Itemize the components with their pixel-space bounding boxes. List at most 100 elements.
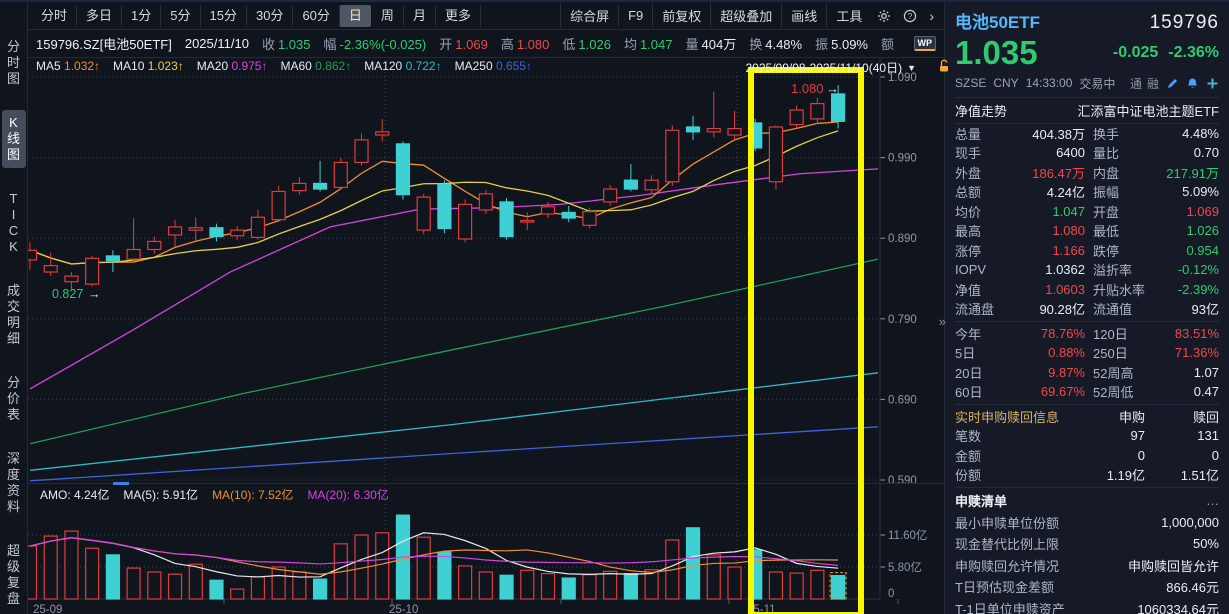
kline-app-window: 分 时 图 K 线 图 T I C K 成 交 明 细分 价 表深 度 资 料超 级 … [0, 0, 1229, 614]
sidebar-item-分价表[interactable]: 分 价 表 [2, 370, 26, 428]
stat-label: 振幅 [1085, 182, 1151, 201]
ma-value: 0.655↑ [496, 59, 532, 73]
list-header: 申赎清单 … [955, 490, 1219, 512]
sidebar-item-K线图[interactable]: K 线 图 [2, 110, 26, 168]
trade-date: 2025/11/10 [185, 36, 249, 51]
tool-综合屏[interactable]: 综合屏 [560, 3, 618, 28]
period-tab-分时[interactable]: 分时 [32, 5, 77, 27]
ma-value: 0.862↑ [315, 59, 351, 73]
field-高: 高1.080 [501, 34, 550, 53]
tool-画线[interactable]: 画线 [781, 3, 826, 28]
sidebar-item-超级复盘[interactable]: 超 级 复 盘 [2, 538, 26, 612]
stat-label: 量比 [1085, 143, 1151, 162]
nav-trend-link[interactable]: 净值走势 [955, 101, 1007, 120]
field-低: 低1.026 [562, 34, 611, 53]
stat-label: 最高 [955, 221, 1017, 240]
period-tab-5分[interactable]: 5分 [161, 5, 200, 27]
field-换: 换4.48% [749, 34, 802, 53]
price-change-pct: -2.36% [1168, 44, 1219, 62]
svg-text:25-10: 25-10 [389, 604, 418, 614]
tool-超级叠加[interactable]: 超级叠加 [710, 3, 781, 28]
sidebar-item-成交明细[interactable]: 成 交 明 细 [2, 278, 26, 352]
period-tab-60分[interactable]: 60分 [293, 5, 339, 27]
svg-text:0.827: 0.827 [52, 287, 83, 301]
sidebar-item-分时图[interactable]: 分 时 图 [2, 34, 26, 92]
gear-icon[interactable] [871, 7, 897, 25]
period-tab-15分[interactable]: 15分 [201, 5, 247, 27]
panel-price-row: 1.035 -0.025 -2.36% [955, 36, 1219, 71]
toolbar-right-group: 综合屏F9前复权超级叠加画线工具 ? › [560, 3, 940, 28]
stat-label: 溢折率 [1085, 260, 1151, 279]
quote-time: 14:33:00 [1026, 76, 1073, 90]
alert-bell-icon[interactable] [1186, 77, 1199, 90]
stat-label: 总额 [955, 182, 1017, 201]
candlestick-plot[interactable]: 1.0900.9900.8900.7900.6900.59011.60亿5.80… [28, 58, 944, 614]
redeem-value: 131 [1145, 428, 1219, 443]
field-label: 幅 [324, 37, 337, 52]
stat-value: 0.88% [1017, 345, 1085, 360]
left-tab-bar: 分 时 图 K 线 图 T I C K 成 交 明 细分 价 表深 度 资 料超 级 … [0, 2, 28, 614]
tool-工具[interactable]: 工具 [826, 3, 871, 28]
list-value: 申购赎回皆允许 [1128, 556, 1219, 575]
add-plus-icon[interactable] [1206, 77, 1219, 90]
period-tab-更多[interactable]: 更多 [436, 5, 481, 27]
field-label: 收 [262, 37, 275, 52]
field-收: 收1.035 [262, 34, 311, 53]
tool-item-group: 综合屏F9前复权超级叠加画线工具 [560, 3, 871, 28]
svg-text:0.890: 0.890 [888, 233, 917, 245]
performance-row: 今年78.76%120日83.51% [955, 324, 1219, 344]
kline-chart-canvas[interactable]: MA5 1.032↑MA10 1.023↑MA20 0.975↑MA60 0.8… [28, 58, 944, 614]
stat-label: 内盘 [1085, 163, 1151, 182]
etf-code: 159796 [1150, 12, 1219, 34]
stat-value: 4.48% [1151, 126, 1219, 141]
symbol-code: 159796.SZ[电池50ETF] [36, 34, 172, 53]
realtime-subscription-section: 实时申购赎回信息申购赎回笔数97131金额00份额1.19亿1.51亿 [955, 404, 1219, 485]
wp-monitor-icon[interactable]: WP [914, 36, 937, 51]
tool-F9[interactable]: F9 [618, 5, 652, 26]
stat-value: 90.28亿 [1017, 299, 1085, 318]
list-title: 申赎清单 [955, 491, 1007, 510]
svg-text:0: 0 [888, 588, 894, 600]
stat-value: -2.39% [1151, 282, 1219, 297]
main-area: 分时多日1分5分15分30分60分日周月更多 综合屏F9前复权超级叠加画线工具 … [28, 2, 944, 614]
svg-text:0.790: 0.790 [888, 314, 917, 326]
tool-前复权[interactable]: 前复权 [652, 3, 710, 28]
stat-value: 6400 [1017, 145, 1085, 160]
field-value: 5.09% [831, 37, 868, 52]
quote-detail-row: 最高1.080最低1.026 [955, 221, 1219, 241]
field-量: 量404万 [686, 34, 737, 53]
field-value: 404万 [702, 37, 737, 52]
field-label: 量 [686, 37, 699, 52]
field-label: 额 [881, 37, 894, 52]
more-menu-icon[interactable]: … [1206, 493, 1219, 508]
volume-legend-bar: AMO: 4.24亿MA(5): 5.91亿MA(10): 7.52亿MA(20… [40, 486, 389, 503]
list-row: T-1日单位申赎资产1060334.64元 [955, 598, 1219, 614]
help-icon[interactable]: ? [897, 7, 923, 25]
quote-detail-row: 现手6400量比0.70 [955, 143, 1219, 163]
sidebar-item-深度资料[interactable]: 深 度 资 料 [2, 446, 26, 520]
stat-value: -0.12% [1151, 262, 1219, 277]
svg-text:1.080: 1.080 [791, 81, 824, 96]
stat-label: 250日 [1085, 343, 1151, 362]
panel-collapse-handle[interactable]: » [939, 314, 946, 329]
period-tab-月[interactable]: 月 [404, 5, 436, 27]
stat-label: 份额 [955, 465, 1073, 484]
svg-text:→: → [88, 287, 101, 301]
period-tab-30分[interactable]: 30分 [247, 5, 293, 27]
period-tab-日[interactable]: 日 [340, 5, 371, 27]
performance-row: 5日0.88%250日71.36% [955, 343, 1219, 363]
edit-pencil-icon[interactable] [1166, 77, 1179, 90]
ma-label: MA5 [36, 59, 64, 73]
stat-value: 1.080 [1017, 223, 1085, 238]
period-tab-1分[interactable]: 1分 [122, 5, 161, 27]
list-value: 866.46元 [1166, 577, 1219, 596]
stat-label: 金额 [955, 446, 1073, 465]
period-tab-周[interactable]: 周 [372, 5, 404, 27]
sidebar-item-TICK[interactable]: T I C K [2, 186, 26, 260]
period-tab-多日[interactable]: 多日 [77, 5, 122, 27]
ma-value: 0.975↑ [231, 59, 267, 73]
chevron-right-icon[interactable]: › [923, 6, 940, 26]
date-range-selector[interactable]: 2025/09/08-2025/11/10(40日) ▼ [746, 59, 917, 76]
ma-legend-MA250: MA250 0.655↑ [455, 59, 532, 73]
exchange-label: SZSE [955, 76, 986, 90]
